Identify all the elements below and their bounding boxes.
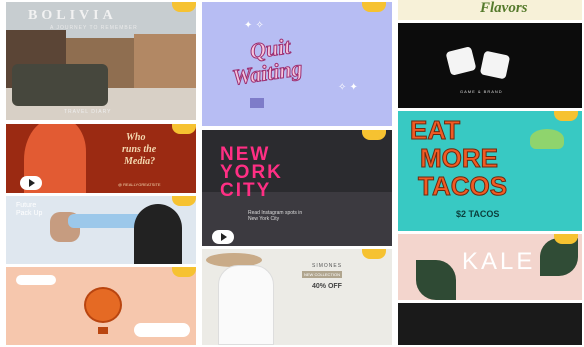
tacos-line3: TACOS (417, 171, 508, 202)
cloud-bottom (134, 323, 190, 337)
template-bolivia[interactable]: BOLIVIA A JOURNEY TO REMEMBER TRAVEL DIA… (6, 2, 196, 120)
template-new-york-city[interactable]: NEW YORK CITY Read Instagram spots in Ne… (202, 130, 392, 246)
quit-line2: Waiting (230, 55, 304, 91)
sale-offer: 40% OFF (312, 283, 342, 290)
template-eat-more-tacos[interactable]: EAT MORE TACOS $2 TACOS (398, 111, 582, 231)
template-dice[interactable]: GAME & BRAND (398, 23, 582, 108)
who-line3: Media? (124, 156, 156, 167)
premium-crown-icon (362, 2, 386, 12)
bolivia-title: BOLIVIA (28, 8, 117, 23)
bolivia-subtitle: A JOURNEY TO REMEMBER (50, 25, 138, 31)
template-simones-sale[interactable]: SIMONES NEW COLLECTION 40% OFF (202, 249, 392, 345)
who-line1: Who (126, 132, 146, 143)
nyc-line3: CITY (220, 180, 272, 201)
person-dark (134, 204, 182, 264)
template-flavors[interactable]: Flavors (398, 0, 582, 20)
balloon-basket (98, 327, 108, 334)
premium-crown-icon (554, 111, 578, 121)
tacos-price: $2 TACOS (456, 209, 500, 219)
premium-crown-icon (172, 196, 196, 206)
premium-crown-icon (172, 124, 196, 134)
template-quit-waiting[interactable]: ✦ ✧ ✧ ✦ Quit Waiting (202, 2, 392, 126)
premium-crown-icon (554, 234, 578, 244)
kale-title: KALE (462, 248, 536, 275)
nyc-body: Read Instagram spots in New York City (248, 210, 303, 222)
premium-crown-icon (172, 2, 196, 12)
who-line2: runs the (122, 144, 157, 155)
video-play-icon (212, 230, 234, 244)
template-dark-bottom[interactable] (398, 303, 582, 345)
die-right-icon (479, 50, 511, 80)
pixel-bar (250, 98, 264, 108)
tacos-line1: EAT (409, 115, 461, 146)
die-left-icon (445, 46, 477, 76)
tacos-line2: MORE (420, 143, 499, 174)
cloud-left (16, 275, 56, 285)
template-kale[interactable]: KALE (398, 234, 582, 300)
template-future-pack[interactable]: Future Pack Up (6, 196, 196, 264)
premium-crown-icon (362, 130, 386, 140)
sparkle-icon: ✦ ✧ (244, 20, 264, 31)
sale-tag: NEW COLLECTION (302, 271, 343, 278)
bolivia-caption: TRAVEL DIARY (64, 109, 112, 115)
flavors-title: Flavors (480, 0, 528, 16)
who-footer: @ REALLYGREATSITE (118, 182, 161, 187)
template-hot-air-balloon[interactable] (6, 267, 196, 345)
taco-icon (530, 129, 564, 149)
sale-brand: SIMONES (312, 263, 343, 269)
future-line1: Future (16, 202, 37, 209)
premium-crown-icon (362, 249, 386, 259)
leaf-left-icon (416, 260, 456, 300)
template-who-runs-media[interactable]: Who runs the Media? @ REALLYGREATSITE (6, 124, 196, 193)
jeep (12, 64, 108, 106)
sparkle-icon: ✧ ✦ (338, 82, 358, 93)
dice-caption: GAME & BRAND (460, 89, 503, 94)
balloon-icon (84, 287, 122, 323)
video-play-icon (20, 176, 42, 190)
building-right (134, 34, 196, 92)
premium-crown-icon (172, 267, 196, 277)
woman-body (218, 265, 274, 345)
future-line2: Pack Up (16, 210, 43, 217)
